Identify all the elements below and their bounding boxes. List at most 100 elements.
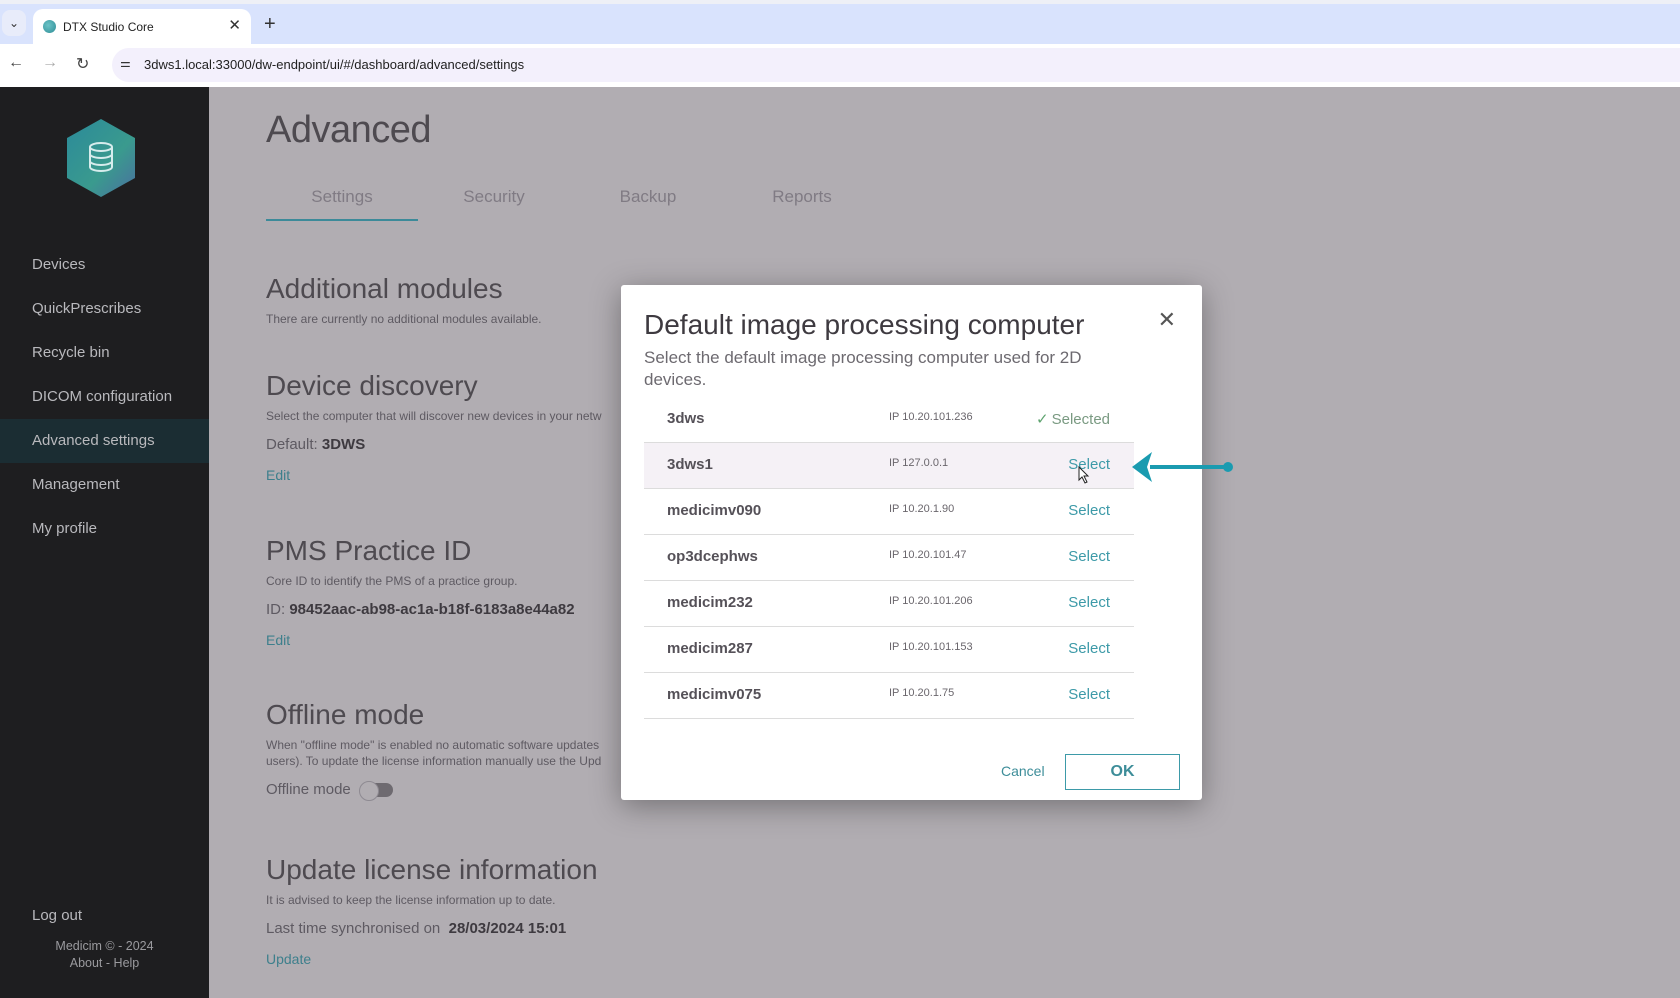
select-button[interactable]: Select — [1068, 594, 1110, 611]
mouse-cursor-icon — [1078, 466, 1090, 484]
chevron-down-icon: ⌄ — [8, 16, 20, 30]
cancel-button[interactable]: Cancel — [1001, 763, 1045, 779]
back-arrow-icon[interactable]: ← — [8, 54, 24, 72]
browser-tab[interactable]: DTX Studio Core ✕ — [33, 9, 251, 44]
offline-mode-row: Offline mode — [266, 781, 601, 802]
value: 28/03/2024 15:01 — [448, 920, 567, 937]
toggle-label: Offline mode — [266, 781, 351, 798]
edit-practice-id-link[interactable]: Edit — [266, 632, 290, 648]
section-offline-mode: Offline mode When "offline mode" is enab… — [266, 699, 601, 802]
description-line: When "offline mode" is enabled no automa… — [266, 738, 600, 752]
section-title: Device discovery — [266, 370, 478, 401]
section-title: Update license information — [266, 854, 598, 885]
tab-backup[interactable]: Backup — [572, 187, 724, 207]
tab-settings[interactable]: Settings — [266, 187, 418, 221]
about-link[interactable]: About — [70, 956, 103, 970]
computer-name: 3dws — [667, 410, 705, 427]
section-title: Offline mode — [266, 699, 425, 730]
database-hexagon-logo — [67, 119, 135, 197]
computer-ip: IP 127.0.0.1 — [889, 457, 949, 469]
close-icon[interactable]: ✕ — [228, 16, 241, 34]
section-title: PMS Practice ID — [266, 535, 472, 566]
select-button[interactable]: Select — [1068, 502, 1110, 519]
select-button[interactable]: Select — [1068, 548, 1110, 565]
section-description: There are currently no additional module… — [266, 312, 542, 326]
tab-title: DTX Studio Core — [63, 20, 154, 34]
description-line: users). To update the license informatio… — [266, 754, 602, 768]
copyright: Medicim © - 2024 — [55, 939, 154, 953]
computer-name: op3dcephws — [667, 548, 758, 565]
selected-label: Selected — [1051, 411, 1110, 428]
computer-ip: IP 10.20.101.206 — [889, 595, 973, 607]
offline-mode-toggle[interactable] — [358, 781, 393, 802]
dialog-subtitle: Select the default image processing comp… — [644, 348, 1082, 389]
page-title: Advanced — [266, 109, 432, 151]
sidebar: Devices QuickPrescribes Recycle bin DICO… — [0, 87, 209, 998]
computer-row: medicimv090 IP 10.20.1.90 Select — [644, 489, 1134, 535]
practice-id: ID: 98452aac-ab98-ac1a-b18f-6183a8e44a82 — [266, 601, 575, 618]
section-description: When "offline mode" is enabled no automa… — [266, 737, 601, 769]
url-field[interactable]: ⚌ 3dws1.local:33000/dw-endpoint/ui/#/das… — [112, 48, 1680, 82]
select-button[interactable]: Select — [1068, 686, 1110, 703]
close-icon[interactable]: ✕ — [1158, 307, 1176, 333]
sidebar-item-dicom-configuration[interactable]: DICOM configuration — [0, 375, 209, 419]
computer-row: medicimv075 IP 10.20.1.75 Select — [644, 673, 1134, 719]
computer-row: 3dws1 IP 127.0.0.1 Select — [644, 443, 1134, 489]
reload-icon[interactable]: ↻ — [76, 54, 89, 74]
section-device-discovery: Device discovery Select the computer tha… — [266, 370, 602, 485]
section-description: Core ID to identify the PMS of a practic… — [266, 574, 518, 588]
computer-ip: IP 10.20.101.153 — [889, 641, 973, 653]
plus-icon: + — [264, 13, 276, 35]
sidebar-item-my-profile[interactable]: My profile — [0, 507, 209, 551]
section-description: It is advised to keep the license inform… — [266, 893, 556, 907]
section-description: Select the computer that will discover n… — [266, 409, 602, 423]
tune-icon[interactable]: ⚌ — [120, 56, 131, 70]
new-tab-button[interactable]: + — [264, 13, 276, 35]
edit-device-discovery-link[interactable]: Edit — [266, 467, 290, 483]
browser-tab-strip: ⌄ DTX Studio Core ✕ + — [0, 0, 1680, 44]
logout-link[interactable]: Log out — [32, 907, 82, 924]
sidebar-item-advanced-settings[interactable]: Advanced settings — [0, 419, 209, 463]
computer-ip: IP 10.20.1.90 — [889, 503, 955, 515]
computer-name: 3dws1 — [667, 456, 713, 473]
favicon-icon — [43, 20, 56, 33]
computer-ip: IP 10.20.101.236 — [889, 411, 973, 423]
section-title: Additional modules — [266, 273, 503, 304]
dialog-title: Default image processing computer — [644, 309, 1085, 340]
computer-name: medicim287 — [667, 640, 753, 657]
tab-reports[interactable]: Reports — [726, 187, 878, 207]
tab-security[interactable]: Security — [418, 187, 570, 207]
ok-button[interactable]: OK — [1065, 754, 1180, 790]
selected-status: ✓ Selected — [1036, 410, 1110, 428]
tab-list-button[interactable]: ⌄ — [2, 10, 26, 36]
computer-row: 3dws IP 10.20.101.236 ✓ Selected — [644, 397, 1134, 443]
checkmark-icon: ✓ — [1036, 411, 1049, 428]
sidebar-item-devices[interactable]: Devices — [0, 243, 209, 287]
section-update-license: Update license information It is advised… — [266, 854, 598, 969]
sidebar-footer: Medicim © - 2024 About - Help — [0, 938, 209, 972]
sidebar-item-recycle-bin[interactable]: Recycle bin — [0, 331, 209, 375]
forward-arrow-icon[interactable]: → — [42, 54, 58, 72]
section-pms-practice-id: PMS Practice ID Core ID to identify the … — [266, 535, 575, 650]
select-button[interactable]: Select — [1068, 640, 1110, 657]
value: 3DWS — [321, 436, 366, 453]
sidebar-item-quickprescribes[interactable]: QuickPrescribes — [0, 287, 209, 331]
default-image-processing-dialog: Default image processing computer ✕ Sele… — [621, 285, 1202, 800]
value-label: Last time synchronised on — [266, 920, 441, 937]
sidebar-item-management[interactable]: Management — [0, 463, 209, 507]
computer-row: op3dcephws IP 10.20.101.47 Select — [644, 535, 1134, 581]
value: 98452aac-ab98-ac1a-b18f-6183a8e44a82 — [289, 601, 575, 618]
computer-row: medicim232 IP 10.20.101.206 Select — [644, 581, 1134, 627]
update-license-link[interactable]: Update — [266, 951, 311, 967]
tab-bar: Settings Security Backup Reports — [266, 187, 1680, 221]
computer-row: medicim287 IP 10.20.101.153 Select — [644, 627, 1134, 673]
computer-list: 3dws IP 10.20.101.236 ✓ Selected 3dws1 IP… — [644, 397, 1134, 719]
computer-ip: IP 10.20.101.47 — [889, 549, 967, 561]
section-additional-modules: Additional modules There are currently n… — [266, 273, 542, 327]
help-link[interactable]: Help — [114, 956, 140, 970]
value-label: ID: — [266, 601, 286, 618]
footer-separator: - — [105, 956, 111, 970]
computer-ip: IP 10.20.1.75 — [889, 687, 955, 699]
url-text[interactable]: 3dws1.local:33000/dw-endpoint/ui/#/dashb… — [144, 57, 524, 72]
value-label: Default: — [266, 436, 318, 453]
